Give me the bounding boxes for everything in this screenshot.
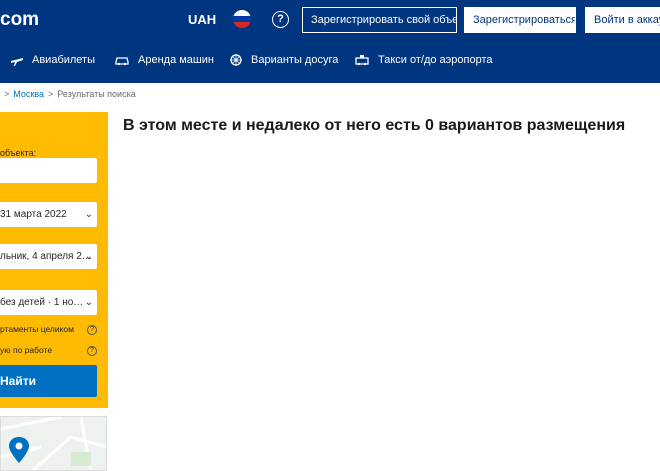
nav-item-attractions[interactable]: Варианты досуга <box>229 48 338 72</box>
search-button[interactable]: Найти <box>0 365 97 397</box>
chevron-down-icon: ⌄ <box>84 209 93 220</box>
breadcrumb-city[interactable]: Москва <box>13 89 44 99</box>
nav-bar: Авиабилеты Аренда машин Варианты досуга … <box>0 48 660 72</box>
nav-label: Аренда машин <box>138 54 214 66</box>
nav-item-flights[interactable]: Авиабилеты <box>10 48 95 72</box>
logo[interactable]: com <box>0 9 39 31</box>
nav-item-car-rental[interactable]: Аренда машин <box>114 48 214 72</box>
info-icon[interactable]: ? <box>87 346 97 356</box>
checkin-value: 31 марта 2022 <box>0 209 67 220</box>
results-title: В этом месте и недалеко от него есть 0 в… <box>123 117 626 134</box>
attractions-icon <box>230 54 242 66</box>
info-icon[interactable]: ? <box>87 325 97 335</box>
flag-icon[interactable] <box>233 10 251 28</box>
currency-selector[interactable]: UAH <box>188 12 216 27</box>
top-header: com UAH ? Зарегистрировать свой объект З… <box>0 0 660 83</box>
help-icon[interactable]: ? <box>272 11 289 28</box>
sign-in-button[interactable]: Войти в аккаунт <box>585 7 660 33</box>
map-graphic <box>1 417 106 470</box>
nav-label: Такси от/до аэропорта <box>378 54 493 66</box>
nav-label: Авиабилеты <box>32 54 96 66</box>
checkin-field[interactable]: 31 марта 2022 ⌄ <box>0 202 97 227</box>
checkout-field[interactable]: льник, 4 апреля 2… ⌄ <box>0 244 97 269</box>
option-apartments[interactable]: ртаменты целиком <box>0 324 74 334</box>
search-panel: объекта: 31 марта 2022 ⌄ льник, 4 апреля… <box>0 112 108 408</box>
breadcrumb-separator: > <box>4 89 10 99</box>
register-button[interactable]: Зарегистрироваться <box>464 7 576 33</box>
breadcrumb: > Москва > Результаты поиска <box>0 89 136 99</box>
checkout-value: льник, 4 апреля 2… <box>0 251 92 262</box>
destination-label: объекта: <box>0 148 37 158</box>
chevron-down-icon: ⌄ <box>84 297 93 308</box>
breadcrumb-current: Результаты поиска <box>57 89 136 99</box>
option-work-travel[interactable]: ую по работе <box>0 345 52 355</box>
map-pin-icon <box>9 437 29 463</box>
nav-item-airport-taxi[interactable]: Такси от/до аэропорта <box>354 48 493 72</box>
breadcrumb-separator: > <box>48 89 54 99</box>
destination-input[interactable] <box>0 158 97 183</box>
guests-value: без детей · 1 но… <box>0 297 84 308</box>
taxi-icon <box>355 55 369 66</box>
map-preview[interactable] <box>0 416 107 471</box>
plane-icon <box>11 58 23 66</box>
nav-label: Варианты досуга <box>251 54 339 66</box>
chevron-down-icon: ⌄ <box>84 251 93 262</box>
car-icon <box>115 57 129 66</box>
guests-field[interactable]: без детей · 1 но… ⌄ <box>0 290 97 315</box>
list-property-button[interactable]: Зарегистрировать свой объект <box>302 7 457 33</box>
